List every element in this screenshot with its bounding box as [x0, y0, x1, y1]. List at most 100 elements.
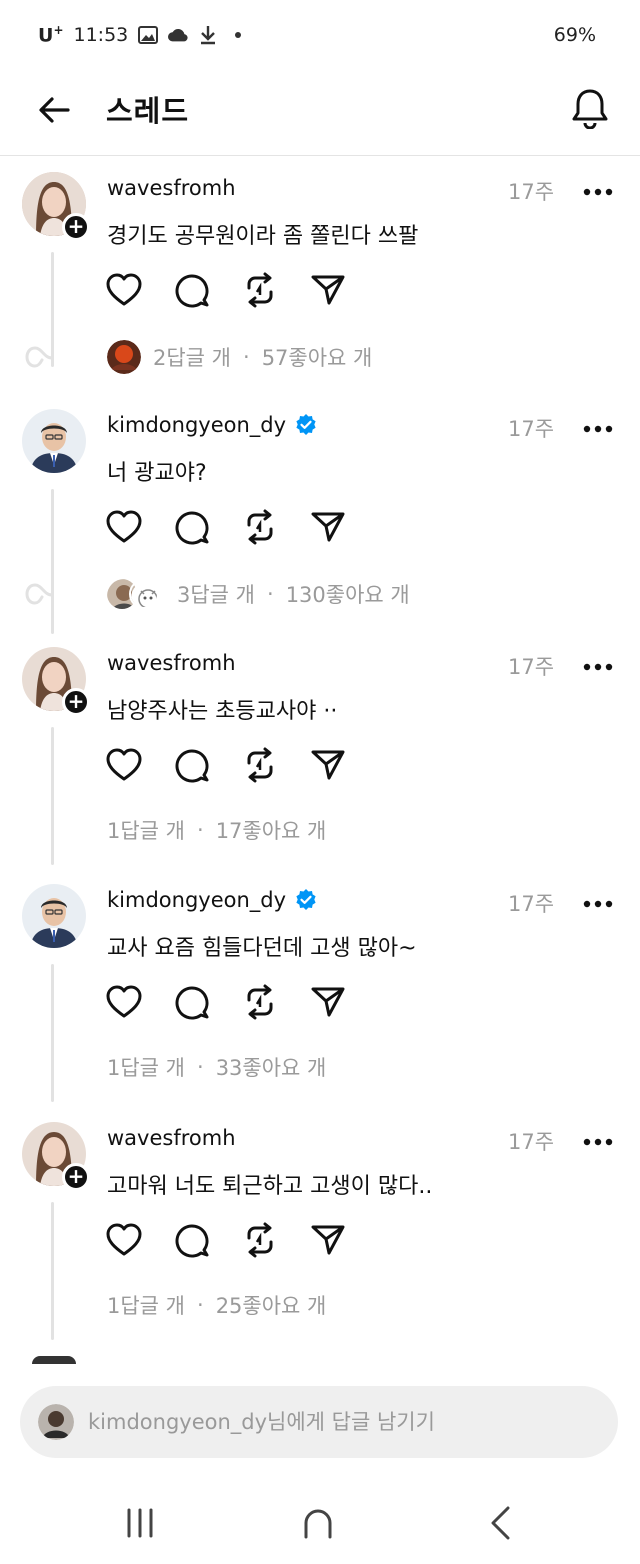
post-text: 교사 요즘 힘들다던데 고생 많아~: [107, 936, 417, 961]
heart-icon: [106, 273, 142, 306]
status-time: 11:53: [73, 24, 129, 46]
like-button[interactable]: [104, 507, 144, 547]
like-count[interactable]: 130좋아요 개: [286, 579, 410, 609]
more-options-button[interactable]: [578, 653, 618, 681]
status-bar: U+ 11:53 69%: [0, 0, 640, 70]
comment-button[interactable]: [172, 982, 212, 1022]
post-actions: [104, 982, 348, 1022]
reply-bar: [20, 1386, 618, 1458]
like-count[interactable]: 33좋아요 개: [216, 1052, 327, 1082]
post-time: 17주: [508, 892, 555, 916]
avatar[interactable]: [22, 884, 86, 948]
comment-button[interactable]: [172, 1220, 212, 1260]
thread-line: [51, 489, 54, 634]
system-back-button[interactable]: [470, 1498, 530, 1548]
home-icon: [304, 1509, 332, 1539]
carrier-label: U+: [38, 23, 64, 47]
thread-loop-icon: [25, 583, 54, 605]
meta-separator: ·: [197, 1293, 204, 1317]
meta-separator: ·: [197, 818, 204, 842]
meta-separator: ·: [267, 582, 274, 606]
username[interactable]: wavesfromh: [107, 651, 236, 675]
notifications-button[interactable]: [568, 86, 612, 130]
like-button[interactable]: [104, 270, 144, 310]
post-actions: [104, 1220, 348, 1260]
more-dots-icon: [583, 900, 613, 908]
reply-count[interactable]: 2답글 개: [153, 342, 231, 372]
username[interactable]: kimdongyeon_dy: [107, 888, 318, 912]
verified-badge-icon: [296, 414, 316, 435]
repost-button[interactable]: [240, 745, 280, 785]
like-count[interactable]: 25좋아요 개: [216, 1290, 327, 1320]
more-dots-icon: [583, 663, 613, 671]
reply-avatar: [107, 340, 141, 374]
reply-count[interactable]: 1답글 개: [107, 1290, 185, 1320]
repost-button[interactable]: [240, 270, 280, 310]
comment-button[interactable]: [172, 507, 212, 547]
current-user-avatar: [38, 1404, 74, 1440]
post-text: 남양주사는 초등교사야 ··: [107, 699, 338, 724]
heart-icon: [106, 748, 142, 781]
like-count[interactable]: 17좋아요 개: [216, 815, 327, 845]
more-options-button[interactable]: [578, 1128, 618, 1156]
share-icon: [311, 987, 345, 1017]
thread-post: kimdongyeon_dy 17주 교사 요즘 힘들다던데 고생 많아~ 1답…: [0, 884, 640, 1121]
more-options-button[interactable]: [578, 178, 618, 206]
share-button[interactable]: [308, 507, 348, 547]
username[interactable]: wavesfromh: [107, 176, 236, 200]
comment-button[interactable]: [172, 270, 212, 310]
back-button[interactable]: [34, 90, 74, 130]
username[interactable]: wavesfromh: [107, 1126, 236, 1150]
comment-icon: [175, 1224, 209, 1258]
comment-icon: [175, 511, 209, 545]
like-button[interactable]: [104, 745, 144, 785]
meta-separator: ·: [243, 345, 250, 369]
recent-apps-button[interactable]: [110, 1498, 170, 1548]
more-options-button[interactable]: [578, 415, 618, 443]
system-nav-bar: [0, 1480, 640, 1564]
repost-button[interactable]: [240, 982, 280, 1022]
thread-loop-icon: [25, 346, 54, 368]
post-meta: 1답글 개 · 17좋아요 개: [107, 815, 326, 845]
page-title: 스레드: [106, 94, 190, 128]
like-button[interactable]: [104, 982, 144, 1022]
reply-count[interactable]: 1답글 개: [107, 1052, 185, 1082]
thread-line: [51, 727, 54, 865]
comment-icon: [175, 749, 209, 783]
share-button[interactable]: [308, 982, 348, 1022]
share-button[interactable]: [308, 270, 348, 310]
like-button[interactable]: [104, 1220, 144, 1260]
share-button[interactable]: [308, 1220, 348, 1260]
follow-plus-button[interactable]: +: [62, 1163, 90, 1191]
reply-count[interactable]: 3답글 개: [177, 579, 255, 609]
reply-input[interactable]: [88, 1386, 598, 1458]
next-post-avatar: [32, 1356, 76, 1364]
username[interactable]: kimdongyeon_dy: [107, 413, 318, 437]
comment-button[interactable]: [172, 745, 212, 785]
post-meta: 1답글 개 · 25좋아요 개: [107, 1290, 326, 1320]
avatar[interactable]: [22, 409, 86, 473]
share-icon: [311, 512, 345, 542]
reply-count[interactable]: 1답글 개: [107, 815, 185, 845]
more-dots-icon: [583, 188, 613, 196]
thread-post: + wavesfromh 17주 고마워 너도 퇴근하고 고생이 많다.. 1답…: [0, 1122, 640, 1359]
more-options-button[interactable]: [578, 890, 618, 918]
thread-line: [51, 1202, 54, 1340]
post-time: 17주: [508, 180, 555, 204]
post-text: 고마워 너도 퇴근하고 고생이 많다..: [107, 1174, 433, 1199]
follow-plus-button[interactable]: +: [62, 688, 90, 716]
post-actions: [104, 270, 348, 310]
post-meta: 1답글 개 · 33좋아요 개: [107, 1052, 326, 1082]
repost-button[interactable]: [240, 507, 280, 547]
like-count[interactable]: 57좋아요 개: [262, 342, 373, 372]
post-actions: [104, 507, 348, 547]
repost-button[interactable]: [240, 1220, 280, 1260]
thread-post: kimdongyeon_dy 17주 너 광교야? 3답글 개 · 130좋아요…: [0, 409, 640, 646]
meta-separator: ·: [197, 1055, 204, 1079]
post-time: 17주: [508, 417, 555, 441]
comment-icon: [175, 986, 209, 1020]
follow-plus-button[interactable]: +: [62, 213, 90, 241]
home-button[interactable]: [288, 1498, 348, 1548]
share-button[interactable]: [308, 745, 348, 785]
share-icon: [311, 1225, 345, 1255]
